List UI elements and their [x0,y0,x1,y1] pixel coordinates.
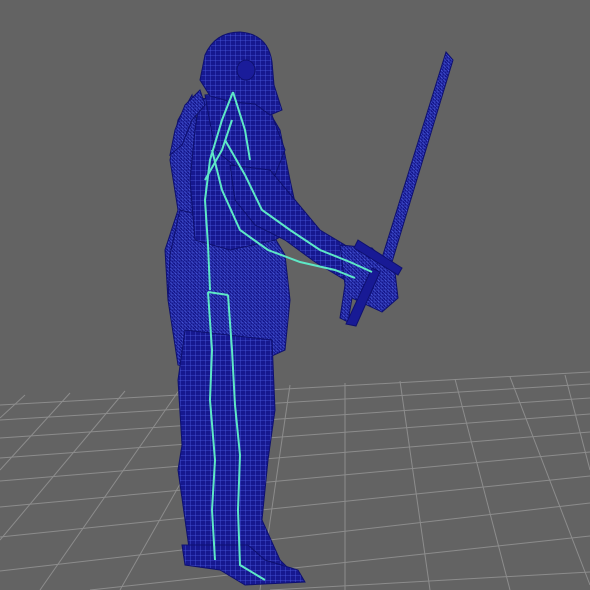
helmet-visor-slot [236,59,256,81]
boot-mesh [181,544,306,586]
3d-viewport[interactable] [0,0,590,590]
viewport-canvas[interactable] [0,0,590,590]
floor-grid [0,371,590,590]
sword-blade-mesh [381,50,454,263]
